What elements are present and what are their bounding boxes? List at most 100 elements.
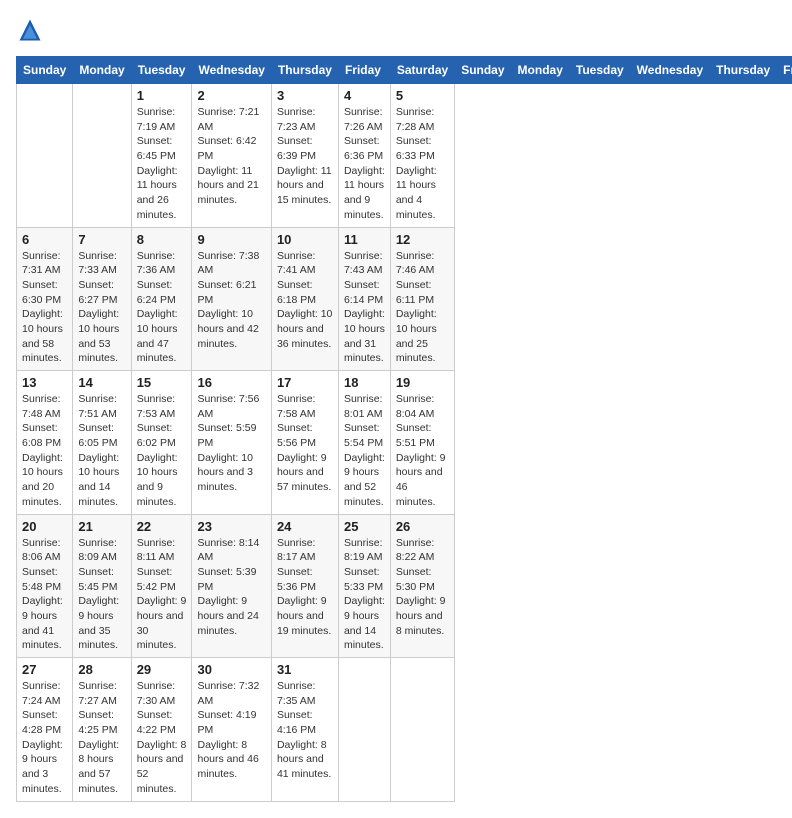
day-number: 2 <box>197 88 265 103</box>
day-info: Sunrise: 7:33 AMSunset: 6:27 PMDaylight:… <box>78 249 125 367</box>
day-info: Sunrise: 8:22 AMSunset: 5:30 PMDaylight:… <box>396 536 449 639</box>
day-number: 4 <box>344 88 385 103</box>
day-number: 31 <box>277 662 333 677</box>
calendar-cell: 5 Sunrise: 7:28 AMSunset: 6:33 PMDaylight… <box>390 84 454 228</box>
day-number: 12 <box>396 232 449 247</box>
calendar-cell: 3 Sunrise: 7:23 AMSunset: 6:39 PMDaylight… <box>271 84 338 228</box>
day-number: 22 <box>137 519 187 534</box>
col-header-wednesday: Wednesday <box>630 57 709 84</box>
calendar-cell: 28Sunrise: 7:27 AMSunset: 4:25 PMDayligh… <box>73 658 131 802</box>
day-number: 24 <box>277 519 333 534</box>
calendar-week-row: 27 Sunrise: 7:24 AMSunset: 4:28 PMDayligh… <box>17 658 792 802</box>
day-number: 15 <box>137 375 187 390</box>
col-header-sunday: Sunday <box>17 57 73 84</box>
calendar-cell: 26 Sunrise: 8:22 AMSunset: 5:30 PMDayligh… <box>390 514 454 658</box>
day-number: 10 <box>277 232 333 247</box>
calendar-cell: 15 Sunrise: 7:53 AMSunset: 6:02 PMDayligh… <box>131 371 192 515</box>
day-number: 16 <box>197 375 265 390</box>
calendar-cell: 23 Sunrise: 8:14 AMSunset: 5:39 PMDayligh… <box>192 514 271 658</box>
calendar-cell: 1 Sunrise: 7:19 AMSunset: 6:45 PMDaylight… <box>131 84 192 228</box>
col-header-friday: Friday <box>777 57 792 84</box>
calendar-cell: 8 Sunrise: 7:36 AMSunset: 6:24 PMDaylight… <box>131 227 192 371</box>
col-header-sunday: Sunday <box>455 57 511 84</box>
day-number: 1 <box>137 88 187 103</box>
day-number: 26 <box>396 519 449 534</box>
col-header-thursday: Thursday <box>710 57 777 84</box>
calendar-cell: 17 Sunrise: 7:58 AMSunset: 5:56 PMDayligh… <box>271 371 338 515</box>
calendar-cell: 14Sunrise: 7:51 AMSunset: 6:05 PMDayligh… <box>73 371 131 515</box>
day-info: Sunrise: 7:36 AMSunset: 6:24 PMDaylight:… <box>137 249 187 367</box>
day-number: 6 <box>22 232 67 247</box>
col-header-saturday: Saturday <box>390 57 454 84</box>
calendar-header-row: SundayMondayTuesdayWednesdayThursdayFrid… <box>17 57 792 84</box>
calendar-cell: 27 Sunrise: 7:24 AMSunset: 4:28 PMDayligh… <box>17 658 73 802</box>
day-info: Sunrise: 7:28 AMSunset: 6:33 PMDaylight:… <box>396 105 449 223</box>
calendar-cell: 19Sunrise: 8:04 AMSunset: 5:51 PMDayligh… <box>390 371 454 515</box>
day-info: Sunrise: 7:38 AMSunset: 6:21 PMDaylight:… <box>197 249 265 352</box>
calendar-cell <box>390 658 454 802</box>
day-info: Sunrise: 8:14 AMSunset: 5:39 PMDaylight:… <box>197 536 265 639</box>
day-info: Sunrise: 7:19 AMSunset: 6:45 PMDaylight:… <box>137 105 187 223</box>
day-number: 28 <box>78 662 125 677</box>
col-header-friday: Friday <box>338 57 390 84</box>
col-header-wednesday: Wednesday <box>192 57 271 84</box>
day-number: 3 <box>277 88 333 103</box>
day-info: Sunrise: 7:53 AMSunset: 6:02 PMDaylight:… <box>137 392 187 510</box>
day-info: Sunrise: 7:35 AMSunset: 4:16 PMDaylight:… <box>277 679 333 782</box>
calendar-cell: 21Sunrise: 8:09 AMSunset: 5:45 PMDayligh… <box>73 514 131 658</box>
day-info: Sunrise: 7:24 AMSunset: 4:28 PMDaylight:… <box>22 679 67 797</box>
day-info: Sunrise: 7:41 AMSunset: 6:18 PMDaylight:… <box>277 249 333 352</box>
calendar-cell: 24 Sunrise: 8:17 AMSunset: 5:36 PMDayligh… <box>271 514 338 658</box>
day-info: Sunrise: 8:17 AMSunset: 5:36 PMDaylight:… <box>277 536 333 639</box>
logo-icon <box>16 16 44 44</box>
day-number: 7 <box>78 232 125 247</box>
day-number: 29 <box>137 662 187 677</box>
calendar-cell: 2Sunrise: 7:21 AMSunset: 6:42 PMDaylight… <box>192 84 271 228</box>
col-header-monday: Monday <box>511 57 569 84</box>
day-number: 20 <box>22 519 67 534</box>
day-info: Sunrise: 7:51 AMSunset: 6:05 PMDaylight:… <box>78 392 125 510</box>
day-info: Sunrise: 7:58 AMSunset: 5:56 PMDaylight:… <box>277 392 333 495</box>
calendar-cell: 4 Sunrise: 7:26 AMSunset: 6:36 PMDaylight… <box>338 84 390 228</box>
calendar-cell: 11 Sunrise: 7:43 AMSunset: 6:14 PMDayligh… <box>338 227 390 371</box>
day-info: Sunrise: 7:23 AMSunset: 6:39 PMDaylight:… <box>277 105 333 208</box>
logo <box>16 16 48 44</box>
day-info: Sunrise: 8:11 AMSunset: 5:42 PMDaylight:… <box>137 536 187 654</box>
day-number: 17 <box>277 375 333 390</box>
day-number: 23 <box>197 519 265 534</box>
calendar-cell: 13Sunrise: 7:48 AMSunset: 6:08 PMDayligh… <box>17 371 73 515</box>
calendar-cell: 22 Sunrise: 8:11 AMSunset: 5:42 PMDayligh… <box>131 514 192 658</box>
calendar-week-row: 6Sunrise: 7:31 AMSunset: 6:30 PMDaylight… <box>17 227 792 371</box>
calendar-cell: 18Sunrise: 8:01 AMSunset: 5:54 PMDayligh… <box>338 371 390 515</box>
day-info: Sunrise: 7:30 AMSunset: 4:22 PMDaylight:… <box>137 679 187 797</box>
day-info: Sunrise: 7:26 AMSunset: 6:36 PMDaylight:… <box>344 105 385 223</box>
calendar-table: SundayMondayTuesdayWednesdayThursdayFrid… <box>16 56 792 802</box>
day-number: 8 <box>137 232 187 247</box>
col-header-tuesday: Tuesday <box>131 57 192 84</box>
day-info: Sunrise: 7:32 AMSunset: 4:19 PMDaylight:… <box>197 679 265 782</box>
day-number: 5 <box>396 88 449 103</box>
day-info: Sunrise: 7:56 AMSunset: 5:59 PMDaylight:… <box>197 392 265 495</box>
calendar-cell: 10 Sunrise: 7:41 AMSunset: 6:18 PMDayligh… <box>271 227 338 371</box>
calendar-cell <box>338 658 390 802</box>
calendar-cell: 30 Sunrise: 7:32 AMSunset: 4:19 PMDayligh… <box>192 658 271 802</box>
page-header <box>16 16 776 44</box>
calendar-cell: 7 Sunrise: 7:33 AMSunset: 6:27 PMDaylight… <box>73 227 131 371</box>
calendar-cell: 16 Sunrise: 7:56 AMSunset: 5:59 PMDayligh… <box>192 371 271 515</box>
day-number: 30 <box>197 662 265 677</box>
day-info: Sunrise: 8:06 AMSunset: 5:48 PMDaylight:… <box>22 536 67 654</box>
day-info: Sunrise: 8:01 AMSunset: 5:54 PMDaylight:… <box>344 392 385 510</box>
calendar-cell: 29 Sunrise: 7:30 AMSunset: 4:22 PMDayligh… <box>131 658 192 802</box>
day-number: 9 <box>197 232 265 247</box>
day-number: 13 <box>22 375 67 390</box>
day-number: 25 <box>344 519 385 534</box>
col-header-monday: Monday <box>73 57 131 84</box>
calendar-cell: 12Sunrise: 7:46 AMSunset: 6:11 PMDayligh… <box>390 227 454 371</box>
day-number: 11 <box>344 232 385 247</box>
day-info: Sunrise: 7:43 AMSunset: 6:14 PMDaylight:… <box>344 249 385 367</box>
calendar-week-row: 13Sunrise: 7:48 AMSunset: 6:08 PMDayligh… <box>17 371 792 515</box>
calendar-cell: 6Sunrise: 7:31 AMSunset: 6:30 PMDaylight… <box>17 227 73 371</box>
day-number: 27 <box>22 662 67 677</box>
calendar-cell: 31 Sunrise: 7:35 AMSunset: 4:16 PMDayligh… <box>271 658 338 802</box>
col-header-thursday: Thursday <box>271 57 338 84</box>
